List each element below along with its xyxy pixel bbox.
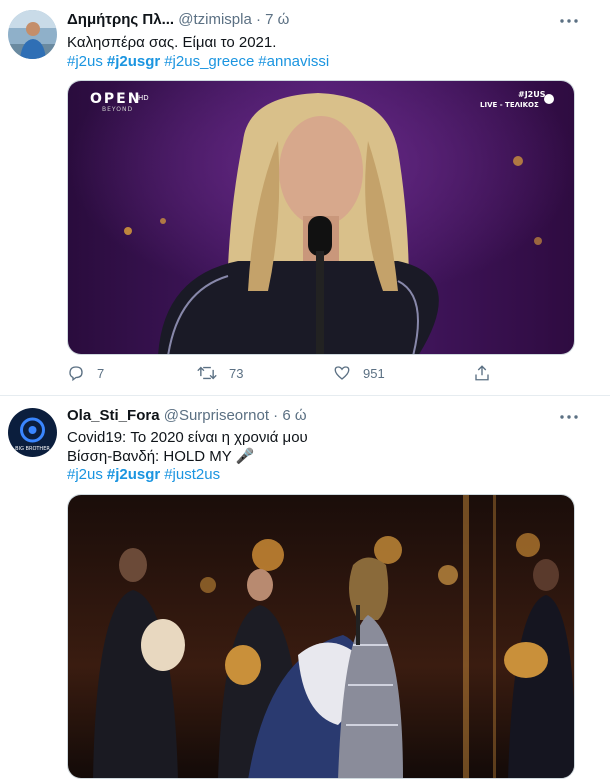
hashtag[interactable]: #just2us [164, 466, 220, 483]
tweet-time[interactable]: 6 ώ [282, 407, 306, 424]
retweet-count: 73 [229, 365, 244, 381]
like-icon [334, 366, 350, 380]
separator-dot: · [273, 407, 279, 424]
channel-logo-sub: BEYOND [102, 106, 133, 113]
retweet-button[interactable]: 73 [197, 364, 243, 382]
hashtag[interactable]: #j2usgr [107, 466, 160, 483]
show-hashtag-tag: #J2US [518, 90, 546, 99]
channel-logo-hd: HD [138, 94, 149, 102]
rating-icon [544, 94, 554, 104]
tweet-actions: 7 73 951 [67, 364, 507, 386]
separator-dot: · [256, 11, 261, 28]
avatar-dimitris[interactable] [8, 10, 57, 59]
hashtags: #j2us #j2usgr #j2us_greece #annavissi [67, 52, 333, 72]
tweet-text-line-2: Βίσση-Βανδή: HOLD MY 🎤 [67, 448, 255, 465]
hashtags: #j2us #j2usgr #just2us [67, 465, 224, 485]
video-frame-stage [68, 495, 574, 778]
hashtag[interactable]: #annavissi [258, 53, 329, 70]
avatar-label: BIG BROTHER [15, 446, 50, 452]
author-name[interactable]: Ola_Sti_Fora [67, 407, 160, 424]
tweet-2[interactable]: BIG BROTHER Ola_Sti_Fora @Surpriseornot … [0, 396, 610, 779]
tweet-time[interactable]: 7 ώ [265, 11, 289, 28]
retweet-icon [197, 366, 217, 380]
ellipsis-icon[interactable] [558, 10, 580, 32]
reply-count: 7 [97, 365, 105, 381]
reply-button[interactable]: 7 [67, 364, 104, 382]
channel-logo: OPEN [90, 91, 141, 107]
hashtag[interactable]: #j2us [67, 53, 103, 70]
share-icon [475, 365, 489, 381]
hashtag[interactable]: #j2us_greece [164, 53, 254, 70]
tweet-media-video[interactable]: OPEN HD BEYOND #J2US LIVE - ΤΕΛΙΚΟΣ [67, 80, 575, 355]
like-count: 951 [363, 365, 385, 381]
reply-icon [69, 366, 83, 382]
tweet-media-video[interactable] [67, 494, 575, 779]
hashtag[interactable]: #j2us [67, 466, 103, 483]
author-handle[interactable]: @tzimispla [178, 11, 252, 28]
author-handle[interactable]: @Surpriseornot [164, 407, 269, 424]
share-button[interactable] [473, 364, 503, 382]
ellipsis-icon[interactable] [558, 406, 580, 428]
tweet-1[interactable]: Δημήτρης Πλ... @tzimispla · 7 ώ Καλησπέρ… [0, 0, 610, 396]
hashtag[interactable]: #j2usgr [107, 53, 160, 70]
like-button[interactable]: 951 [333, 364, 385, 382]
tweet-text: Καλησπέρα σας. Είμαι το 2021. [67, 34, 277, 51]
live-label: LIVE - ΤΕΛΙΚΟΣ [480, 101, 539, 109]
avatar-ola-sti-fora[interactable]: BIG BROTHER [8, 408, 57, 457]
video-frame-singer: OPEN HD BEYOND #J2US LIVE - ΤΕΛΙΚΟΣ [68, 81, 574, 354]
tweet-text-line-1: Covid19: Το 2020 είναι η χρονιά μου [67, 429, 308, 446]
author-name[interactable]: Δημήτρης Πλ... [67, 11, 174, 28]
